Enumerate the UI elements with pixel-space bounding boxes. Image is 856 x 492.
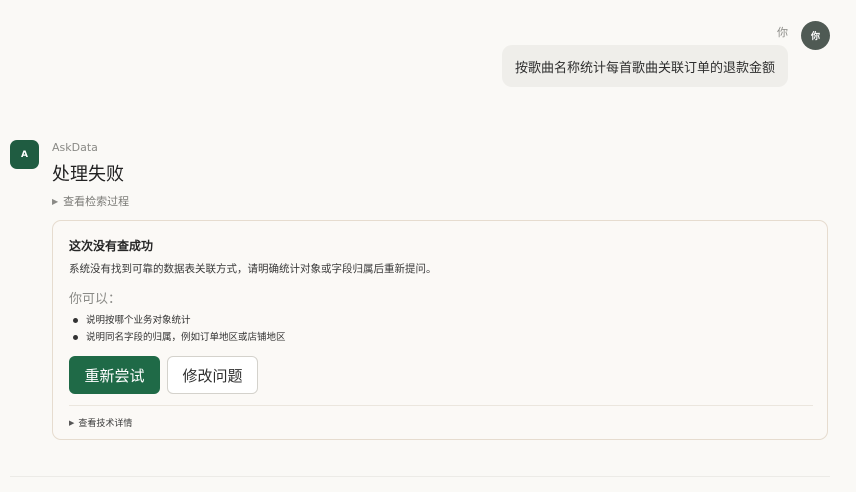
view-search-process-toggle[interactable]: ▶ 查看检索过程 <box>52 193 129 209</box>
assistant-name: AskData <box>52 141 98 154</box>
card-divider <box>69 405 813 406</box>
suggestions-list: 说明按哪个业务对象统计 说明同名字段的归属，例如订单地区或店铺地区 <box>69 312 286 346</box>
triangle-right-icon: ▶ <box>52 196 59 206</box>
bullet-icon <box>73 318 78 323</box>
triangle-right-icon: ▶ <box>69 418 75 427</box>
suggestion-item: 说明同名字段的归属，例如订单地区或店铺地区 <box>69 329 286 346</box>
user-name: 你 <box>777 26 788 39</box>
assistant-avatar: A <box>10 140 39 169</box>
edit-question-button[interactable]: 修改问题 <box>167 356 258 394</box>
error-card: 这次没有查成功 系统没有找到可靠的数据表关联方式，请明确统计对象或字段归属后重新… <box>52 220 828 440</box>
suggestion-item: 说明按哪个业务对象统计 <box>69 312 286 329</box>
retry-button[interactable]: 重新尝试 <box>69 356 160 394</box>
view-search-process-label: 查看检索过程 <box>63 195 130 208</box>
user-message-bubble: 按歌曲名称统计每首歌曲关联订单的退款金额 <box>501 45 788 87</box>
bullet-icon <box>73 335 78 340</box>
user-avatar: 你 <box>801 21 830 50</box>
response-title: 处理失败 <box>52 164 124 185</box>
error-card-description: 系统没有找到可靠的数据表关联方式，请明确统计对象或字段归属后重新提问。 <box>69 263 437 275</box>
view-tech-details-toggle[interactable]: ▶ 查看技术详情 <box>69 416 133 430</box>
page-divider <box>10 476 830 477</box>
suggestions-heading: 你可以： <box>69 292 122 307</box>
view-tech-details-label: 查看技术详情 <box>78 419 133 429</box>
suggestion-text: 说明同名字段的归属，例如订单地区或店铺地区 <box>86 332 286 343</box>
error-card-title: 这次没有查成功 <box>69 239 154 253</box>
suggestion-text: 说明按哪个业务对象统计 <box>86 315 191 326</box>
user-message-text: 按歌曲名称统计每首歌曲关联订单的退款金额 <box>514 60 775 76</box>
